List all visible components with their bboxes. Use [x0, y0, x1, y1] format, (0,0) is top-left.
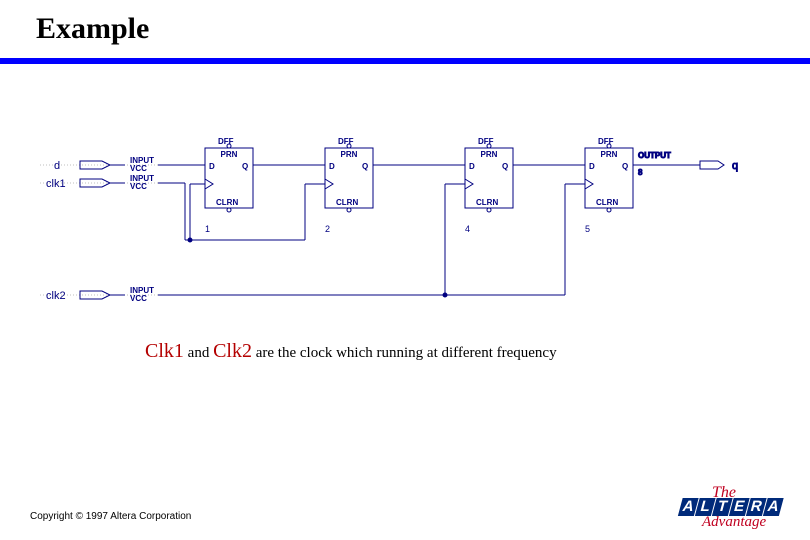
pin-clk2 — [80, 291, 125, 299]
svg-text:Q: Q — [362, 162, 368, 171]
svg-text:1: 1 — [205, 224, 210, 234]
svg-text:5: 5 — [585, 224, 590, 234]
signal-clk1: clk1 — [46, 178, 66, 190]
page-title: Example — [36, 12, 149, 46]
caption-rest: are the clock which running at different… — [252, 345, 557, 361]
signal-clk2: clk2 — [46, 290, 66, 302]
pin-clk1 — [80, 179, 125, 187]
svg-text:CLRN: CLRN — [476, 198, 498, 207]
title-rule — [0, 58, 810, 64]
svg-text:DFF: DFF — [338, 137, 354, 146]
pin-q: OUTPUT 8 q — [638, 151, 738, 177]
altera-logo: The ALTERA Advantage — [680, 484, 790, 534]
dff-5: DFF PRN D Q CLRN 5 — [585, 137, 633, 234]
logo-sub: Advantage — [702, 514, 766, 531]
svg-text:DFF: DFF — [218, 137, 234, 146]
svg-text:Q: Q — [502, 162, 508, 171]
svg-text:8: 8 — [638, 168, 643, 177]
svg-text:DFF: DFF — [598, 137, 614, 146]
signal-d: d — [54, 160, 60, 172]
copyright: Copyright © 1997 Altera Corporation — [30, 511, 191, 522]
svg-text:4: 4 — [465, 224, 470, 234]
svg-text:D: D — [469, 162, 475, 171]
label-vcc-d: VCC — [130, 164, 147, 173]
svg-text:PRN: PRN — [341, 150, 358, 159]
pin-d — [80, 161, 125, 169]
svg-text:Q: Q — [622, 162, 628, 171]
svg-text:Q: Q — [242, 162, 248, 171]
dff-4: DFF PRN D Q CLRN 4 — [465, 137, 513, 234]
svg-text:PRN: PRN — [601, 150, 618, 159]
label-vcc-clk1: VCC — [130, 182, 147, 191]
svg-text:q: q — [732, 160, 738, 172]
svg-text:2: 2 — [325, 224, 330, 234]
caption-clk1: Clk1 — [145, 340, 184, 362]
svg-text:OUTPUT: OUTPUT — [638, 151, 671, 160]
svg-text:D: D — [589, 162, 595, 171]
label-vcc-clk2: VCC — [130, 294, 147, 303]
svg-text:PRN: PRN — [221, 150, 238, 159]
dff-1: DFF PRN D Q CLRN 1 — [205, 137, 253, 234]
caption-clk2: Clk2 — [213, 340, 252, 362]
svg-text:D: D — [329, 162, 335, 171]
wires — [158, 165, 700, 297]
svg-text:D: D — [209, 162, 215, 171]
svg-text:CLRN: CLRN — [216, 198, 238, 207]
svg-text:CLRN: CLRN — [336, 198, 358, 207]
svg-text:PRN: PRN — [481, 150, 498, 159]
svg-text:CLRN: CLRN — [596, 198, 618, 207]
caption: Clk1 and Clk2 are the clock which runnin… — [145, 340, 557, 363]
schematic-diagram: d clk1 clk2 INPUT VCC INPUT VCC INPUT VC… — [40, 130, 760, 320]
dff-2: DFF PRN D Q CLRN 2 — [325, 137, 373, 234]
svg-text:DFF: DFF — [478, 137, 494, 146]
caption-and: and — [184, 345, 213, 361]
